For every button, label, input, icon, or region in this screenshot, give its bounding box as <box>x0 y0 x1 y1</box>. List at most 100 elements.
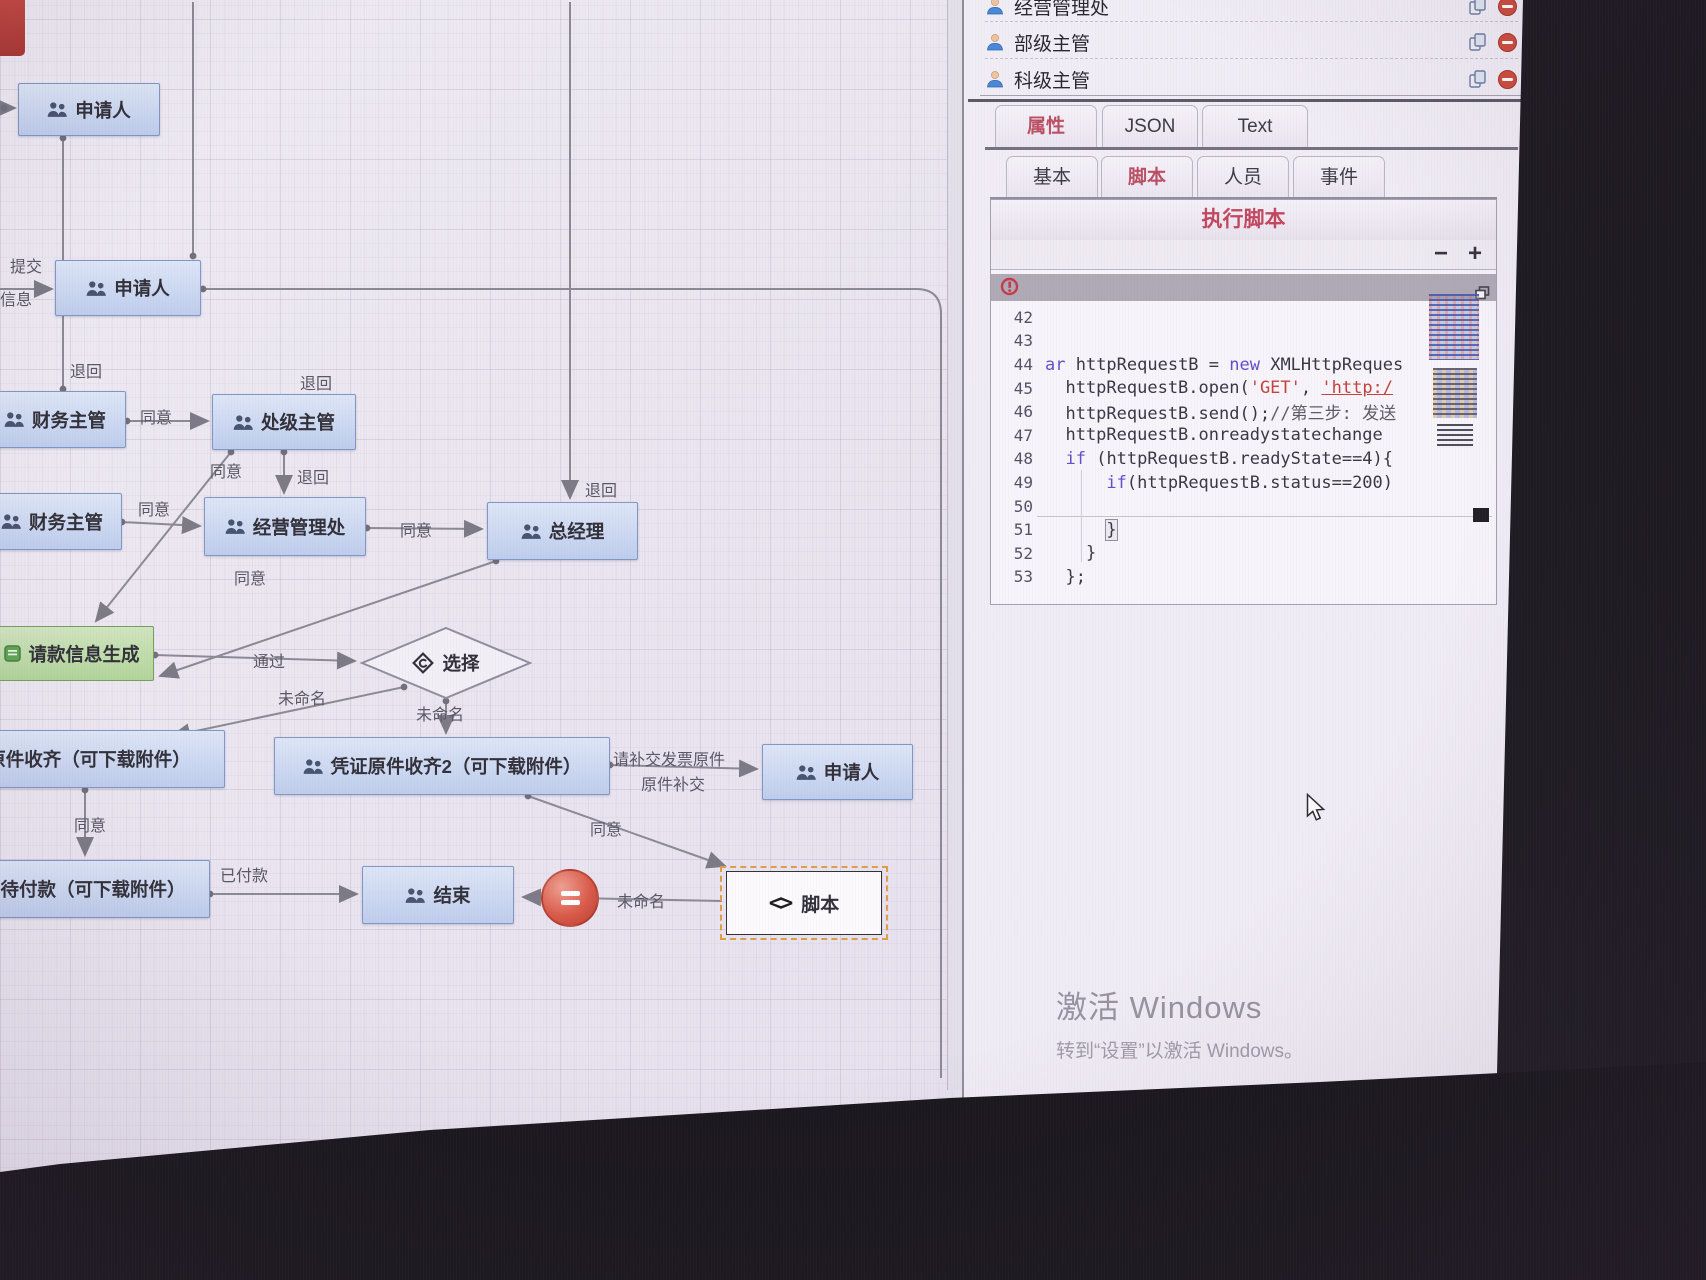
line-number: 50 <box>1013 496 1033 516</box>
participant-row[interactable]: 科级主管 <box>985 61 1518 97</box>
remove-button[interactable] <box>1497 0 1518 17</box>
flow-node-task[interactable]: 财务主管 <box>0 391 126 448</box>
edge-endpoint <box>189 252 197 260</box>
list-separator <box>985 58 1518 59</box>
flow-node-task[interactable]: 申请人 <box>18 83 160 136</box>
remove-icon <box>1498 0 1517 16</box>
line-number: 51 <box>1013 520 1033 540</box>
code-line: 44 ar httpRequestB = new XMLHttpReques <box>991 353 1496 377</box>
expand-button[interactable]: + <box>1468 240 1482 270</box>
node-label: 原件收齐（可下载附件） <box>0 749 191 770</box>
participant-label: 经营管理处 <box>1014 0 1110 19</box>
flow-edge <box>120 516 202 535</box>
minimap-block <box>1433 368 1477 418</box>
node-label: 选择 <box>442 653 480 674</box>
person-icon <box>987 34 1003 51</box>
copy-button[interactable] <box>1468 32 1488 52</box>
people-icon <box>1 514 21 529</box>
flow-node-task[interactable]: 申请人 <box>762 744 913 800</box>
node-label: 经营管理处 <box>252 516 346 538</box>
flow-node-task[interactable]: 原件收齐（可下载附件） <box>0 730 225 788</box>
tab-Text[interactable]: Text <box>1202 105 1308 148</box>
scroll-handle[interactable] <box>1473 508 1489 522</box>
person-icon <box>987 71 1003 88</box>
document-icon <box>4 645 22 662</box>
flow-edge <box>527 795 727 869</box>
people-icon <box>225 519 245 534</box>
editor-toolbar: − + <box>991 240 1496 270</box>
line-number: 53 <box>1013 567 1033 587</box>
tabline <box>985 147 1518 150</box>
flow-node-task[interactable]: 处级主管 <box>212 394 356 450</box>
edge-endpoint <box>0 104 8 112</box>
gateway-icon <box>412 652 435 674</box>
flow-node-task[interactable]: 凭证原件收齐2（可下载附件） <box>274 737 610 795</box>
line-number: 44 <box>1013 355 1033 375</box>
copy-icon <box>1469 33 1486 51</box>
line-number: 45 <box>1013 378 1033 398</box>
code-editor[interactable]: 41424344ar httpRequestB = new XMLHttpReq… <box>991 270 1496 604</box>
flow-node-task[interactable]: 请款信息生成 <box>0 626 154 681</box>
flow-node-end-event[interactable] <box>541 869 599 927</box>
error-icon <box>1000 277 1019 300</box>
script-section: 执行脚本 − + 41424344ar httpRequestB = new X… <box>990 199 1497 605</box>
flow-node-task[interactable]: 经营管理处 <box>204 497 366 556</box>
flow-node-task[interactable]: 申请人 <box>55 260 201 316</box>
node-label: 凭证原件收齐2（可下载附件） <box>330 756 582 777</box>
line-number: 42 <box>1013 307 1033 327</box>
line-number: 52 <box>1013 543 1033 563</box>
remove-icon <box>1498 69 1517 89</box>
flow-node-script[interactable]: <> 脚本 <box>720 866 888 940</box>
code-line: 53 }; <box>991 565 1496 589</box>
tab-事件[interactable]: 事件 <box>1293 156 1385 199</box>
flow-node-task[interactable]: 财务主管 <box>0 493 122 550</box>
mouse-cursor <box>1306 792 1329 829</box>
code-line: 50 <box>991 494 1496 518</box>
copy-button[interactable] <box>1468 69 1488 89</box>
screen: 申请人 申请人 财务主管 处级主管 财务主管 经营管理处 总经理 请款信息生成 选择 原件收齐（可… <box>0 0 1706 1280</box>
node-label: 财务主管 <box>31 409 106 431</box>
flow-node-task[interactable]: 总经理 <box>487 502 638 560</box>
node-label: 财务主管 <box>28 511 103 533</box>
flow-node-gateway[interactable]: 选择 <box>360 626 532 700</box>
node-label: 申请人 <box>823 762 880 783</box>
tab-JSON[interactable]: JSON <box>1102 105 1198 148</box>
code-line: 48 if (httpRequestB.readyState==4){ <box>991 447 1496 471</box>
tab-脚本[interactable]: 脚本 <box>1101 156 1193 199</box>
collapse-button[interactable]: − <box>1434 240 1448 270</box>
tab-基本[interactable]: 基本 <box>1006 156 1098 199</box>
flow-node-task[interactable]: 待付款（可下载附件） <box>0 860 210 918</box>
section-title: 执行脚本 <box>991 200 1496 241</box>
participant-row[interactable]: 部级主管 <box>985 24 1518 60</box>
people-icon <box>521 523 541 539</box>
flow-canvas[interactable]: 申请人 申请人 财务主管 处级主管 财务主管 经营管理处 总经理 请款信息生成 选择 原件收齐（可… <box>0 0 962 1280</box>
participant-label: 部级主管 <box>1014 33 1091 55</box>
line-number: 48 <box>1013 449 1033 469</box>
people-icon <box>47 102 68 117</box>
tab-属性[interactable]: 属性 <box>995 105 1097 148</box>
code-icon: <> <box>768 890 793 916</box>
people-icon <box>233 414 253 430</box>
people-icon <box>796 764 816 780</box>
node-label: 总经理 <box>548 521 605 542</box>
line-number: 47 <box>1013 425 1033 445</box>
remove-button[interactable] <box>1497 32 1518 53</box>
code-line: 45 httpRequestB.open('GET', 'http:/ <box>991 376 1496 400</box>
people-icon <box>86 280 107 296</box>
guide-line <box>1037 516 1492 517</box>
node-label: 申请人 <box>75 99 131 121</box>
minimap-block <box>1429 294 1479 360</box>
copy-button[interactable] <box>1468 0 1488 16</box>
node-label: 申请人 <box>114 278 170 299</box>
node-label: 脚本 <box>801 894 840 916</box>
flow-edge <box>609 759 759 778</box>
participant-label: 科级主管 <box>1014 70 1091 92</box>
person-icon <box>987 0 1003 15</box>
line-number: 43 <box>1013 331 1033 351</box>
remove-button[interactable] <box>1497 69 1518 90</box>
code-line: 49 if(httpRequestB.status==200) <box>991 471 1496 495</box>
flow-node-task[interactable]: 结束 <box>362 866 514 924</box>
people-icon <box>303 758 323 774</box>
flow-edge <box>365 519 484 538</box>
tab-人员[interactable]: 人员 <box>1197 156 1289 199</box>
